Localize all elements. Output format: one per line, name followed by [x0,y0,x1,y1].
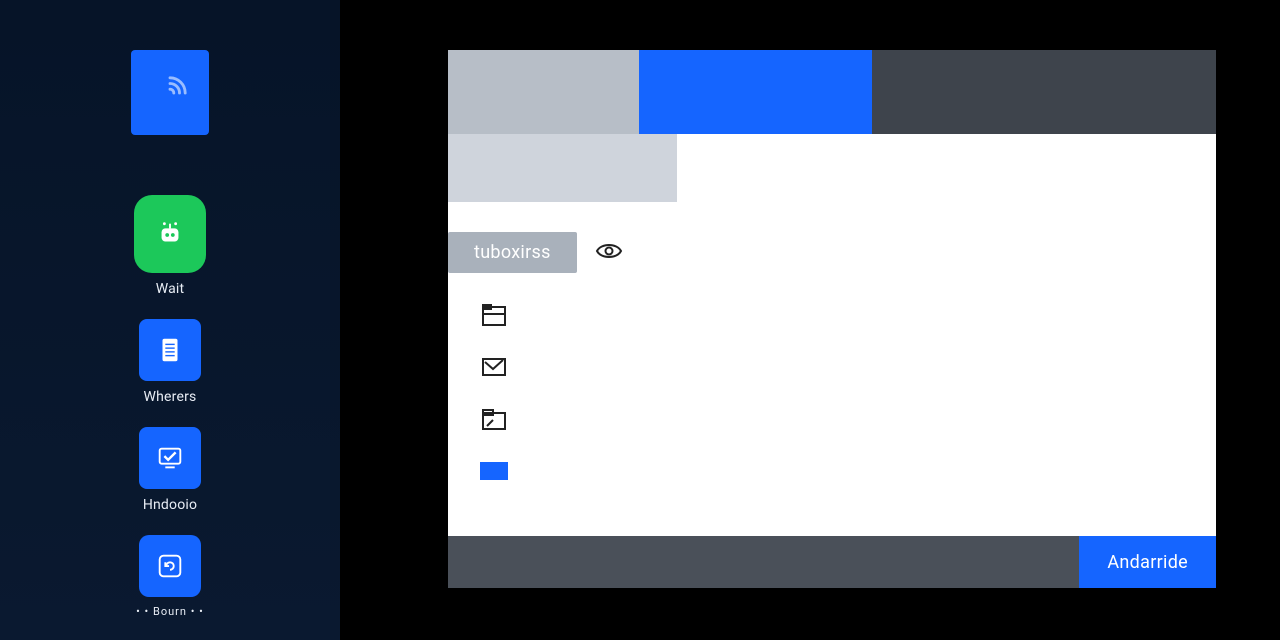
list-item-marker[interactable] [480,457,508,485]
primary-action-button[interactable]: Andarride [1079,536,1216,588]
sidebar-label: • • Bourn • • [136,605,204,618]
list-item-mail[interactable] [480,353,508,381]
robot-icon [155,219,185,249]
sub-header-block [448,134,677,202]
archive-icon [481,406,507,432]
content-area: tuboxirss [448,202,1216,536]
list-item-folder[interactable] [480,301,508,329]
sidebar-item-hndooio[interactable]: Hndooio [139,427,201,513]
filter-chip[interactable]: tuboxirss [448,232,577,273]
sidebar-item-bourn[interactable]: • • Bourn • • [136,535,204,618]
refresh-frame-icon [155,551,185,581]
check-monitor-icon [155,443,185,473]
tab-bar [448,50,1216,134]
sidebar: Wait Wherers Hndooio [0,0,340,640]
main-panel: tuboxirss [448,50,1216,588]
tab-3[interactable] [872,50,1216,134]
eye-icon[interactable] [595,241,623,265]
mail-check-icon [481,354,507,380]
sidebar-item-wherers[interactable]: Wherers [139,319,201,405]
tab-1[interactable] [448,50,639,134]
list-item-archive[interactable] [480,405,508,433]
sidebar-label: Hndooio [143,497,197,513]
item-list [480,301,1216,485]
blue-square-icon [480,462,508,480]
tab-2-active[interactable] [639,50,872,134]
panel-footer: Andarride [448,536,1216,588]
app-logo[interactable] [131,50,209,135]
sidebar-label: Wait [156,281,185,297]
sidebar-item-wait[interactable]: Wait [134,195,206,297]
folder-icon [481,302,507,328]
document-icon [155,335,185,365]
sidebar-label: Wherers [144,389,197,405]
fingerprint-icon [151,74,189,112]
